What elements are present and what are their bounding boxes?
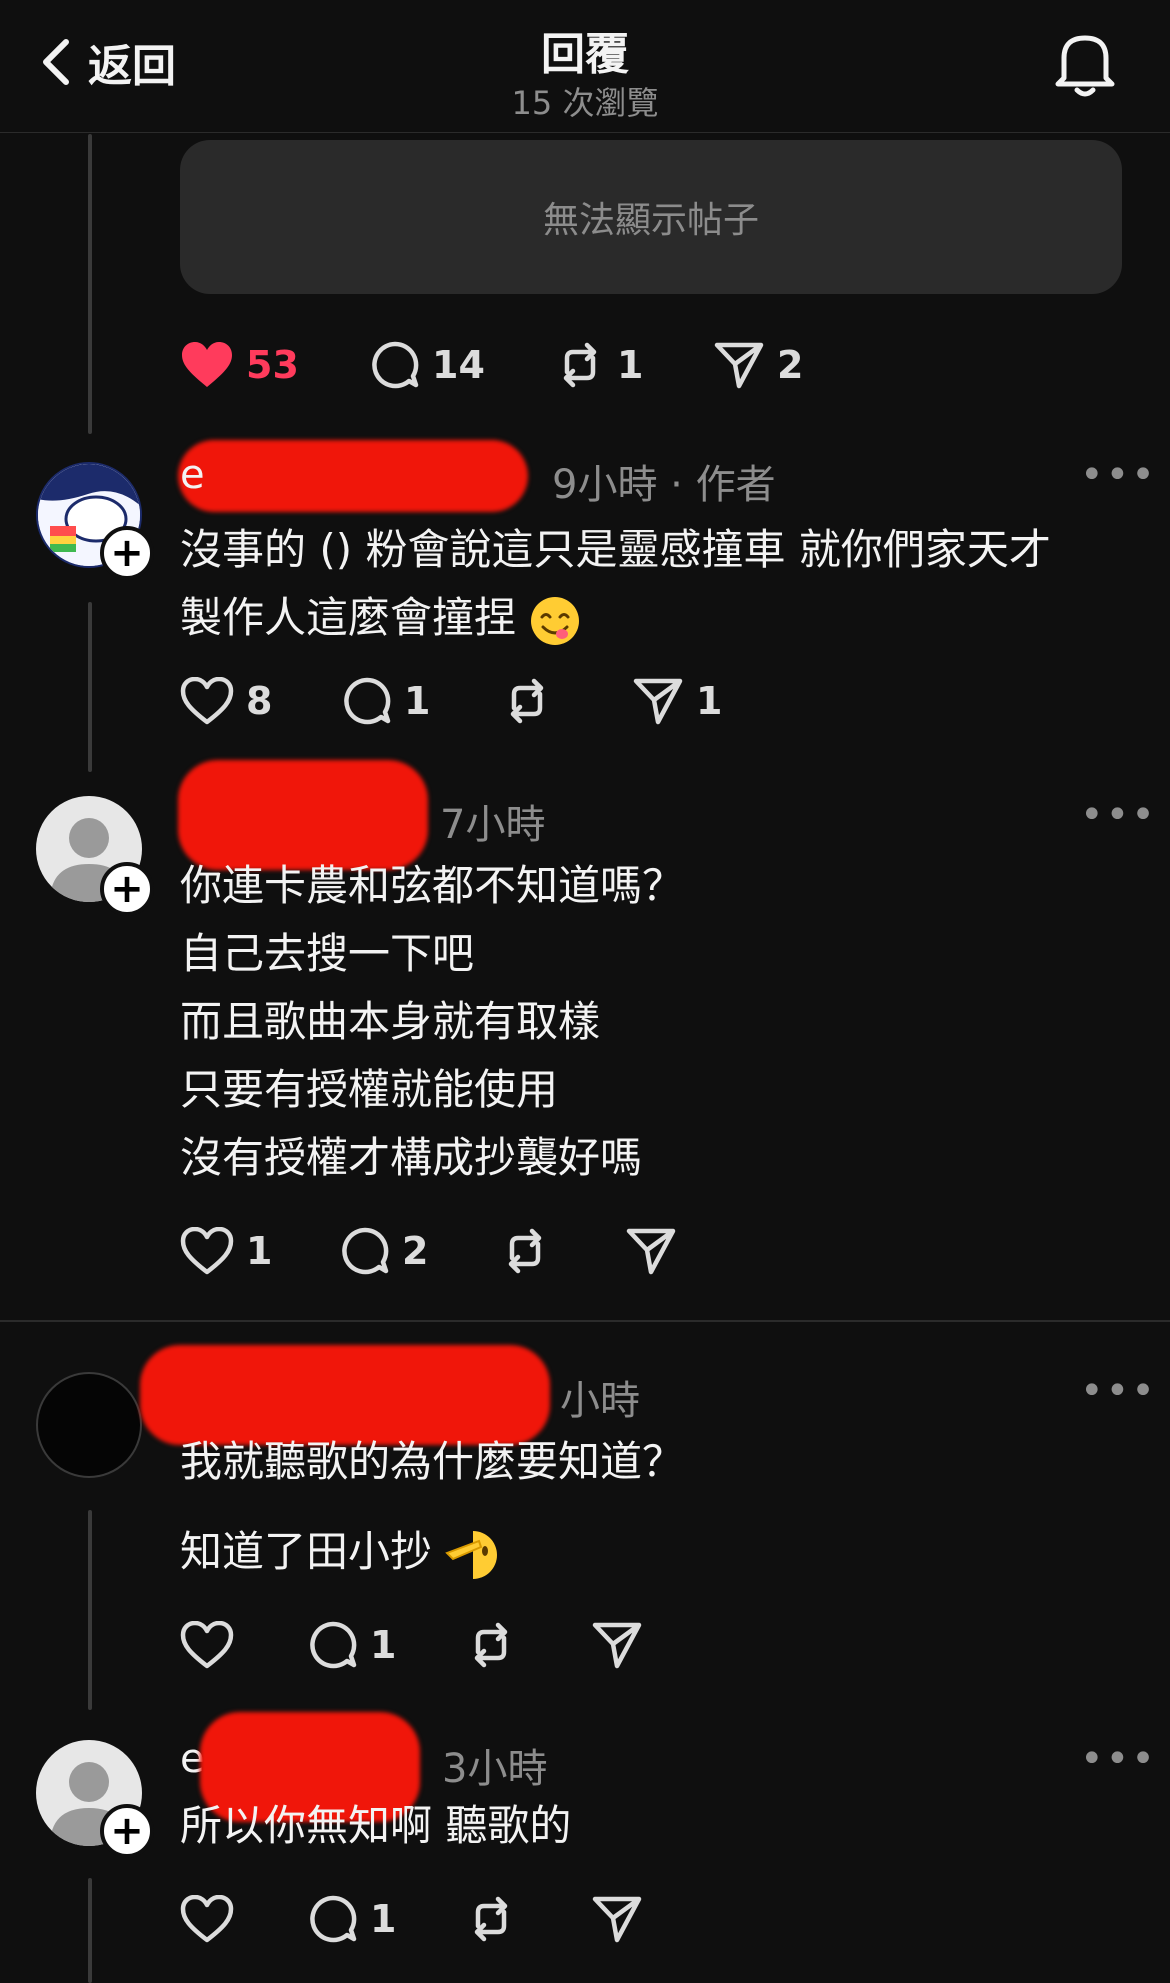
reply-action-bar: 1 2 [180,1226,677,1276]
unavailable-post-text: 無法顯示帖子 [542,200,759,241]
comment-icon [372,341,419,389]
reply-body: 所以你無知啊 聽歌的 [180,1792,571,1860]
unavailable-post-card: 無法顯示帖子 [180,140,1122,294]
saluting-face-icon [445,1530,498,1579]
more-options-button[interactable]: ••• [1080,792,1157,838]
reply-line: 你連卡農和弦都不知道嗎？ [180,861,685,910]
send-icon [626,1228,676,1275]
share-button[interactable] [591,1620,643,1670]
reply-line: 沒有授權才構成抄襲好嗎 [180,1133,643,1182]
reply-body: 沒事的 () 粉會說這只是靈感撞車 就你們家天才 製作人這麼會撞捏 [180,516,1051,652]
username-redaction [178,440,528,512]
reply-meta-time: 小時 [560,1368,640,1426]
page-title: 回覆 [541,29,629,80]
reply-line: 沒事的 () 粉會說這只是靈感撞車 就你們家天才 [180,525,1051,574]
username[interactable]: e [180,452,205,498]
reply-meta-time: 9小時 · 作者 [552,462,776,508]
repost-button[interactable]: 1 [555,340,713,390]
repost-button[interactable] [466,1620,591,1670]
repost-icon [508,1228,542,1274]
repost-icon [474,1896,508,1942]
reply-line: 所以你無知啊 聽歌的 [180,1801,572,1850]
send-icon [592,1622,642,1669]
reply-body: 我就聽歌的為什麼要知道？ 知道了田小抄 [180,1428,684,1586]
timestamp: 3小時 [442,1746,548,1792]
heart-icon [180,1621,234,1669]
send-icon [592,1896,642,1943]
more-options-button[interactable]: ••• [1080,1736,1157,1782]
reply-line: 只要有授權就能使用 [180,1065,559,1114]
comment-button[interactable]: 1 [342,676,502,726]
thread-line [88,602,92,772]
reply-meta-time: 7小時 [440,792,545,850]
more-options-button[interactable]: ••• [1080,452,1157,498]
comment-icon [344,677,391,725]
reply-line: 自己去搜一下吧 [180,929,475,978]
timestamp: 7小時 [440,802,546,848]
reply-line-with-emoji: 製作人這麼會撞捏 [180,584,1051,652]
repost-button[interactable] [466,1894,591,1944]
follow-plus-icon[interactable]: + [100,526,154,580]
send-icon [714,342,764,389]
reply-action-bar: 1 [180,1620,643,1670]
share-button[interactable]: 1 [632,676,722,726]
reply-line: 而且歌曲本身就有取樣 [180,997,601,1046]
heart-icon [180,1227,234,1275]
thread-line [88,1878,92,1983]
avatar[interactable] [36,1372,142,1478]
comment-icon [310,1895,357,1943]
follow-plus-icon[interactable]: + [100,862,154,916]
comment-icon [342,1227,389,1275]
repost-button[interactable] [502,676,632,726]
more-options-button[interactable]: ••• [1080,1368,1157,1414]
reply-action-bar: 1 [180,1894,643,1944]
section-divider [0,1320,1170,1322]
heart-icon [180,677,234,725]
like-button[interactable]: 8 [180,677,342,725]
comment-button[interactable]: 2 [340,1226,500,1276]
root-action-bar: 53 14 1 2 [180,340,803,390]
comment-button[interactable]: 1 [308,1620,466,1670]
notifications-button[interactable] [1052,28,1118,102]
comment-button[interactable]: 1 [308,1894,466,1944]
like-button[interactable]: 53 [180,341,370,389]
repost-button[interactable] [500,1226,625,1276]
share-button[interactable] [625,1226,677,1276]
share-button[interactable] [591,1894,643,1944]
like-button[interactable]: 1 [180,1227,340,1275]
repost-icon [474,1622,508,1668]
reply-body: 你連卡農和弦都不知道嗎？ 自己去搜一下吧 而且歌曲本身就有取樣 只要有授權就能使… [180,852,684,1192]
view-count: 15 次瀏覽 [511,84,659,122]
header-divider [0,132,1170,133]
heart-filled-icon [182,342,232,387]
reply-meta-time: 3小時 [442,1736,547,1794]
comment-icon [310,1621,357,1669]
reply-meta: e [180,452,205,498]
thread-line [88,1510,92,1710]
timestamp: 小時 [560,1378,640,1424]
heart-icon [180,1895,234,1943]
follow-plus-icon[interactable]: + [100,1804,154,1858]
repost-icon [510,678,544,724]
author-badge: 作者 [695,462,776,508]
share-button[interactable]: 2 [713,340,803,390]
reply-line-with-emoji: 知道了田小抄 [180,1518,684,1586]
timestamp: 9小時 [552,462,658,508]
like-button[interactable] [180,1621,308,1669]
send-icon [633,678,683,725]
repost-icon [563,342,597,388]
comment-button[interactable]: 14 [370,340,555,390]
reply-action-bar: 8 1 1 [180,676,722,726]
bell-icon [1055,35,1115,97]
yum-face-icon [531,596,580,645]
reply-line: 我就聽歌的為什麼要知道？ [180,1437,685,1486]
like-button[interactable] [180,1895,308,1943]
thread-line [88,134,92,434]
